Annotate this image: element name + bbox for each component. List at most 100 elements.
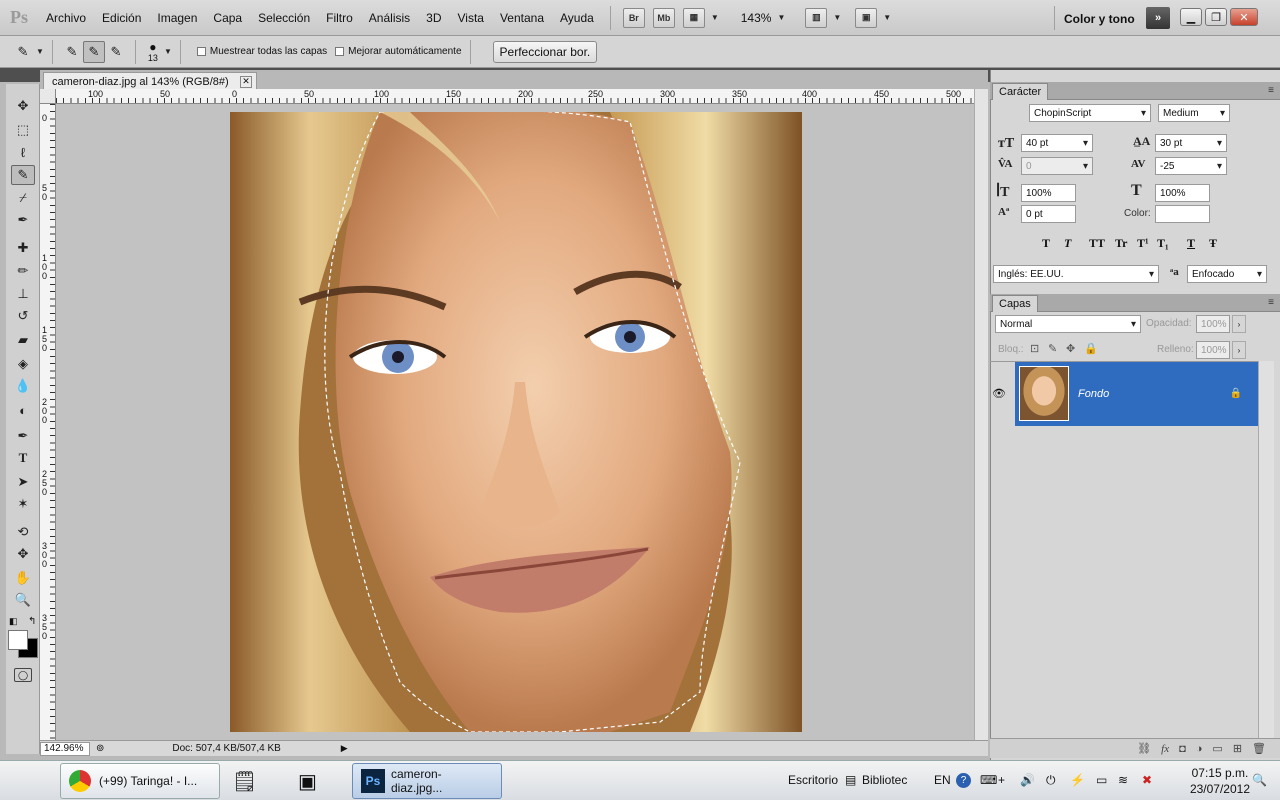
quick-selection-tool-icon[interactable]: ✎ — [11, 165, 35, 185]
chevron-down-icon[interactable]: ▼ — [164, 47, 172, 56]
lasso-tool-icon[interactable]: ℓ — [11, 142, 35, 162]
new-selection-icon[interactable]: ✎ — [61, 41, 83, 63]
underline-button[interactable]: T — [1187, 236, 1195, 251]
document-canvas-photo[interactable] — [230, 112, 802, 732]
font-style-select[interactable]: Medium — [1158, 104, 1230, 122]
lock-image-icon[interactable]: ✎ — [1048, 342, 1057, 355]
all-caps-button[interactable]: TT — [1089, 236, 1105, 251]
menu-ventana[interactable]: Ventana — [492, 0, 552, 36]
crop-tool-icon[interactable]: ⌿ — [11, 188, 35, 208]
font-size-field[interactable]: 40 pt — [1021, 134, 1093, 152]
tracking-field[interactable]: -25 — [1155, 157, 1227, 175]
superscript-button[interactable]: T¹ — [1137, 236, 1149, 251]
taskbar-photoshop[interactable]: Ps cameron-diaz.jpg... — [352, 763, 502, 799]
faux-bold-button[interactable]: T — [1042, 236, 1050, 251]
type-tool-icon[interactable]: T — [11, 448, 35, 468]
baseline-shift-field[interactable]: 0 pt — [1021, 205, 1076, 223]
menu-archivo[interactable]: Archivo — [38, 0, 94, 36]
chevron-down-icon[interactable]: ▼ — [833, 13, 841, 22]
arrange-documents-button[interactable]: ▥ — [805, 7, 828, 28]
path-selection-tool-icon[interactable]: ➤ — [11, 472, 35, 492]
horizontal-scale-field[interactable]: 100% — [1155, 184, 1210, 202]
screen-mode-button[interactable]: ▣ — [855, 7, 878, 28]
lock-transparent-icon[interactable]: ⊡ — [1030, 342, 1039, 355]
layer-mask-icon[interactable]: ◘ — [1179, 743, 1186, 755]
language-indicator[interactable]: EN — [934, 773, 951, 787]
antialias-select[interactable]: Enfocado — [1187, 265, 1267, 283]
dodge-tool-icon[interactable]: ◐ — [11, 400, 35, 420]
close-icon[interactable]: ✕ — [240, 75, 252, 88]
taskbar-chrome[interactable]: (+99) Taringa! - I... — [60, 763, 220, 799]
subscript-button[interactable]: T₁ — [1157, 236, 1169, 251]
chevron-down-icon[interactable]: ▼ — [777, 13, 785, 22]
search-icon[interactable]: 🔍 — [1252, 773, 1267, 787]
panel-menu-icon[interactable]: ≡ — [1268, 85, 1274, 96]
document-tab[interactable]: cameron-diaz.jpg al 143% (RGB/8#) ✕ — [43, 72, 257, 90]
menu-filtro[interactable]: Filtro — [318, 0, 361, 36]
notes-app-icon[interactable]: 🗒 — [232, 763, 257, 799]
battery-icon[interactable]: ▭ — [1096, 773, 1107, 787]
library-toolbar[interactable]: Bibliotec — [862, 773, 907, 787]
swap-colors-icon[interactable]: ↰ — [28, 616, 36, 627]
brush-picker[interactable]: ● 13 — [148, 41, 158, 63]
view-extras-button[interactable]: ▦ — [682, 7, 705, 28]
vertical-scrollbar[interactable] — [974, 89, 988, 740]
clone-stamp-tool-icon[interactable]: ⊥ — [11, 284, 35, 304]
library-folder-icon[interactable]: ▤ — [845, 773, 856, 787]
paint-bucket-tool-icon[interactable]: ◈ — [11, 354, 35, 374]
3d-rotate-tool-icon[interactable]: ⟲ — [11, 522, 35, 542]
history-brush-tool-icon[interactable]: ↺ — [11, 306, 35, 326]
keyboard-icon[interactable]: ⌨ — [980, 773, 997, 787]
ruler-origin[interactable] — [40, 89, 56, 104]
menu-3d[interactable]: 3D — [418, 0, 449, 36]
vertical-ruler[interactable]: 0 5 0 1 0 0 1 5 0 2 0 0 2 5 0 3 0 0 3 5 … — [40, 104, 56, 740]
menu-seleccion[interactable]: Selección — [250, 0, 318, 36]
chevron-down-icon[interactable]: ▼ — [36, 47, 44, 56]
add-to-selection-icon[interactable]: ✎ — [82, 40, 105, 63]
subtract-from-selection-icon[interactable]: ✎ — [105, 41, 127, 63]
strikethrough-button[interactable]: Ŧ — [1209, 236, 1217, 251]
panel-menu-icon[interactable]: ≡ — [1268, 297, 1274, 308]
eyedropper-tool-icon[interactable]: ✒ — [11, 210, 35, 230]
new-group-icon[interactable]: ▭ — [1212, 742, 1222, 755]
language-select[interactable]: Inglés: EE.UU. — [993, 265, 1159, 283]
eraser-tool-icon[interactable]: ▰ — [11, 330, 35, 350]
restore-button[interactable]: ❐ — [1205, 8, 1227, 26]
layer-style-icon[interactable]: fx — [1161, 743, 1169, 755]
3d-orbit-tool-icon[interactable]: ✥ — [11, 544, 35, 564]
menu-edicion[interactable]: Edición — [94, 0, 149, 36]
checkbox-box[interactable] — [196, 47, 206, 56]
refine-edge-button[interactable]: Perfeccionar bor. — [492, 40, 598, 63]
faux-italic-button[interactable]: T — [1064, 236, 1071, 251]
link-layers-icon[interactable]: ⛓ — [1137, 742, 1151, 755]
menu-capa[interactable]: Capa — [205, 0, 250, 36]
fill-slider-arrow[interactable]: › — [1232, 341, 1246, 359]
power-icon[interactable]: ⏻ — [1046, 773, 1056, 788]
shape-tool-icon[interactable]: ✶ — [11, 494, 35, 514]
status-menu-arrow[interactable]: ▶ — [341, 743, 348, 754]
bridge-button[interactable]: Br — [622, 7, 645, 28]
system-clock[interactable]: 07:15 p.m. 23/07/2012 — [1190, 765, 1250, 797]
tab-character[interactable]: Carácter — [992, 83, 1049, 100]
menu-analisis[interactable]: Análisis — [361, 0, 418, 36]
chevron-down-icon[interactable]: ▼ — [883, 13, 891, 22]
hand-tool-icon[interactable]: ✋ — [11, 568, 35, 588]
tab-layers[interactable]: Capas — [992, 295, 1038, 312]
auto-enhance-checkbox[interactable]: Mejorar automáticamente — [335, 46, 462, 57]
default-colors-icon[interactable]: ◧ — [9, 616, 18, 627]
pen-tool-icon[interactable]: ✒ — [11, 426, 35, 446]
zoom-field[interactable]: 142.96% — [40, 741, 90, 756]
desktop-toolbar[interactable]: Escritorio — [788, 773, 838, 787]
volume-icon[interactable]: 🔊 — [1020, 773, 1035, 787]
blend-mode-select[interactable]: Normal — [995, 315, 1141, 333]
help-icon[interactable]: ? — [956, 773, 971, 788]
tool-preset-picker[interactable]: ✎ — [12, 41, 34, 63]
move-tool-icon[interactable]: ✥ — [11, 96, 35, 116]
text-color-swatch[interactable] — [1155, 205, 1210, 223]
foreground-color-swatch[interactable] — [8, 630, 28, 650]
adjustment-layer-icon[interactable]: ◑ — [1196, 743, 1203, 755]
fill-field[interactable]: 100% — [1196, 341, 1230, 359]
layer-name[interactable]: Fondo — [1078, 388, 1109, 400]
lock-all-icon[interactable]: 🔒 — [1084, 342, 1098, 355]
vertical-scale-field[interactable]: 100% — [1021, 184, 1076, 202]
